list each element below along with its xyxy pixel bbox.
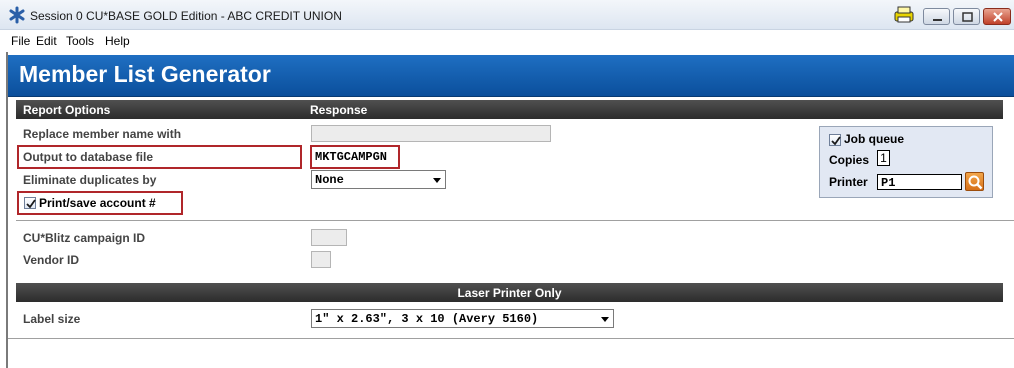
output-db-value: MKTGCAMPGN [315, 150, 388, 164]
output-db-input[interactable]: MKTGCAMPGN [313, 148, 396, 165]
copies-label: Copies [829, 153, 870, 167]
copies-input[interactable]: 1 [877, 150, 890, 166]
vendor-id-label: Vendor ID [23, 253, 80, 267]
report-options-label: Report Options [23, 103, 111, 117]
printer-icon[interactable] [893, 6, 915, 24]
eliminate-duplicates-label: Eliminate duplicates by [23, 173, 157, 187]
bottom-divider [8, 338, 1014, 339]
checkmark-icon [831, 136, 841, 146]
print-save-account-label: Print/save account # [39, 196, 156, 210]
printer-lookup-button[interactable] [965, 172, 984, 191]
minimize-icon [933, 19, 942, 21]
replace-member-name-input[interactable] [311, 125, 551, 142]
asterisk-icon [9, 6, 25, 24]
maximize-button[interactable] [953, 8, 980, 25]
laser-printer-label: Laser Printer Only [457, 286, 562, 300]
printer-input[interactable]: P1 [877, 174, 962, 190]
laser-printer-header: Laser Printer Only [16, 283, 1003, 302]
minimize-button[interactable] [923, 8, 950, 25]
chevron-down-icon [601, 317, 609, 322]
window-title: Session 0 CU*BASE GOLD Edition - ABC CRE… [30, 9, 342, 23]
section-divider [16, 220, 1014, 221]
checkmark-icon [26, 199, 36, 209]
chevron-down-icon [433, 178, 441, 183]
vendor-id-input[interactable] [311, 251, 331, 268]
label-size-value: 1" x 2.63", 3 x 10 (Avery 5160) [315, 312, 539, 326]
output-db-label: Output to database file [23, 150, 154, 164]
frame-border [6, 52, 8, 368]
close-icon [993, 12, 1003, 22]
close-button[interactable] [983, 8, 1011, 25]
job-queue-label: Job queue [844, 132, 905, 146]
menu-tools[interactable]: Tools [66, 34, 94, 48]
replace-member-name-label: Replace member name with [23, 127, 182, 141]
menu-file[interactable]: File [11, 34, 30, 48]
cublitz-campaign-input[interactable] [311, 229, 347, 246]
print-save-account-checkbox[interactable] [24, 197, 36, 209]
eliminate-duplicates-value: None [315, 173, 344, 187]
page-header: Member List Generator [8, 55, 1014, 97]
printer-value: P1 [881, 176, 896, 190]
job-queue-checkbox[interactable] [829, 134, 841, 146]
menu-bar: File Edit Tools Help [0, 30, 1014, 52]
window-titlebar: Session 0 CU*BASE GOLD Edition - ABC CRE… [0, 0, 1014, 30]
maximize-icon [962, 12, 973, 22]
printer-label: Printer [829, 175, 868, 189]
eliminate-duplicates-select[interactable]: None [311, 170, 446, 189]
cublitz-campaign-label: CU*Blitz campaign ID [23, 231, 146, 245]
menu-edit[interactable]: Edit [36, 34, 57, 48]
job-queue-panel: Job queue Copies 1 Printer P1 [819, 126, 993, 198]
label-size-select[interactable]: 1" x 2.63", 3 x 10 (Avery 5160) [311, 309, 614, 328]
response-label: Response [310, 103, 368, 117]
report-options-header: Report Options Response [16, 100, 1003, 119]
menu-help[interactable]: Help [105, 34, 130, 48]
label-size-label: Label size [23, 312, 81, 326]
magnifier-icon [968, 175, 983, 190]
copies-value: 1 [880, 151, 887, 165]
page-title: Member List Generator [19, 61, 271, 87]
